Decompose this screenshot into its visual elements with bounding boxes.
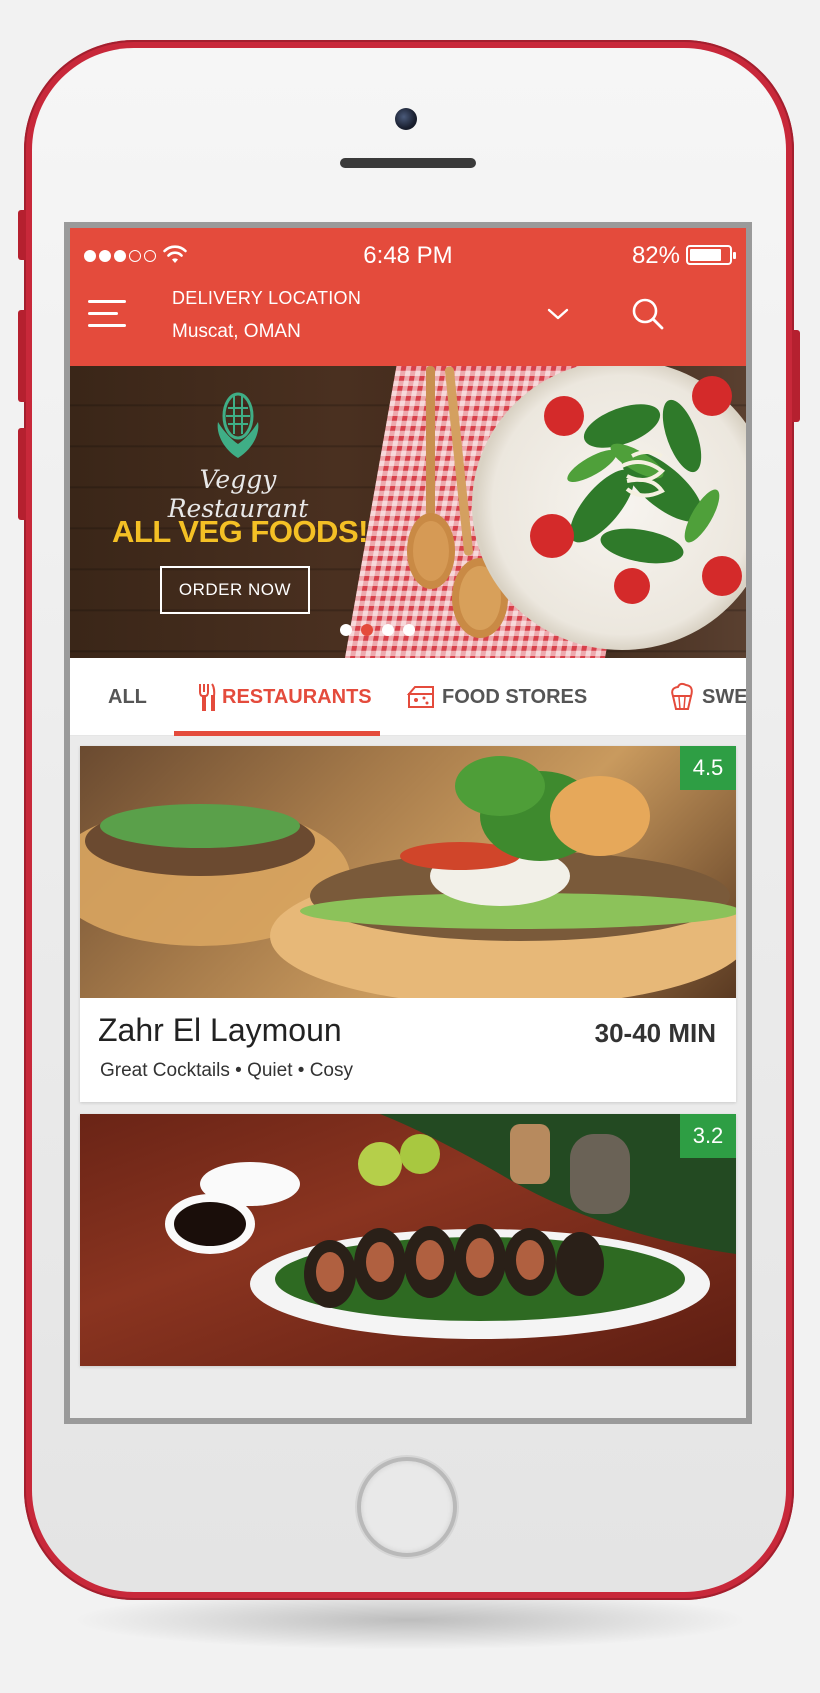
cupcake-icon [671, 682, 693, 710]
carousel-dot[interactable] [340, 624, 352, 636]
volume-down-button [18, 428, 26, 520]
chevron-down-icon[interactable] [546, 306, 570, 322]
tab-label: RESTAURANTS [222, 685, 372, 708]
tab-all[interactable]: ALL [108, 658, 147, 736]
restaurant-list: 4.5 Zahr El Laymoun 30-40 MIN Great Cock… [70, 736, 746, 1418]
salad-image [530, 376, 742, 604]
power-button [792, 330, 800, 422]
app-bar: 6:48 PM 82% DELIVERY LOCATION Muscat, OM… [70, 228, 746, 366]
earpiece-speaker [340, 158, 476, 168]
restaurant-info: Zahr El Laymoun 30-40 MIN Great Cocktail… [80, 998, 736, 1102]
category-tabs: ALL RESTAURANTS FOOD STORES SWE [70, 658, 746, 736]
brand-logo: Veggy Restaurant [148, 388, 328, 523]
delivery-location-label: DELIVERY LOCATION [172, 288, 362, 308]
battery-percent: 82% [631, 242, 680, 269]
rating-badge: 3.2 [680, 1114, 736, 1158]
restaurant-image: 3.2 [80, 1114, 736, 1366]
restaurant-name: Zahr El Laymoun [98, 1012, 342, 1048]
front-camera [395, 108, 417, 130]
home-button[interactable] [357, 1457, 457, 1557]
restaurant-card[interactable]: 3.2 [80, 1114, 736, 1366]
carousel-indicator[interactable] [340, 624, 415, 636]
battery-icon [686, 245, 736, 265]
volume-up-button [18, 310, 26, 402]
store-icon [406, 686, 434, 708]
screen: 6:48 PM 82% DELIVERY LOCATION Muscat, OM… [64, 222, 752, 1424]
restaurant-card[interactable]: 4.5 Zahr El Laymoun 30-40 MIN Great Cock… [80, 746, 736, 1102]
tab-label: SWE [702, 685, 746, 708]
delivery-location-value[interactable]: Muscat, OMAN [172, 321, 301, 343]
app-screen: 6:48 PM 82% DELIVERY LOCATION Muscat, OM… [70, 228, 746, 1418]
carousel-dot-active[interactable] [361, 624, 373, 636]
restaurant-image: 4.5 [80, 746, 736, 998]
carousel-dot[interactable] [403, 624, 415, 636]
search-icon[interactable] [630, 296, 666, 332]
tab-label: ALL [108, 685, 147, 708]
banner-headline: ALL VEG FOODS! [112, 514, 368, 549]
fork-knife-icon [199, 683, 216, 711]
tab-restaurants[interactable]: RESTAURANTS [198, 658, 372, 736]
restaurant-tags: Great Cocktails • Quiet • Cosy [100, 1060, 353, 1081]
tab-food-stores[interactable]: FOOD STORES [406, 658, 587, 736]
menu-icon[interactable] [88, 300, 126, 328]
status-bar: 6:48 PM 82% [70, 236, 746, 272]
tab-sweets[interactable]: SWE [668, 658, 746, 736]
carousel-dot[interactable] [382, 624, 394, 636]
rating-badge: 4.5 [680, 746, 736, 790]
tab-label: FOOD STORES [442, 685, 588, 708]
promo-banner[interactable]: Veggy Restaurant ALL VEG FOODS! ORDER NO… [70, 366, 746, 658]
delivery-time: 30-40 MIN [594, 1018, 716, 1048]
mute-switch [18, 210, 26, 260]
corn-logo-icon [217, 392, 259, 458]
order-now-button[interactable]: ORDER NOW [160, 566, 310, 614]
